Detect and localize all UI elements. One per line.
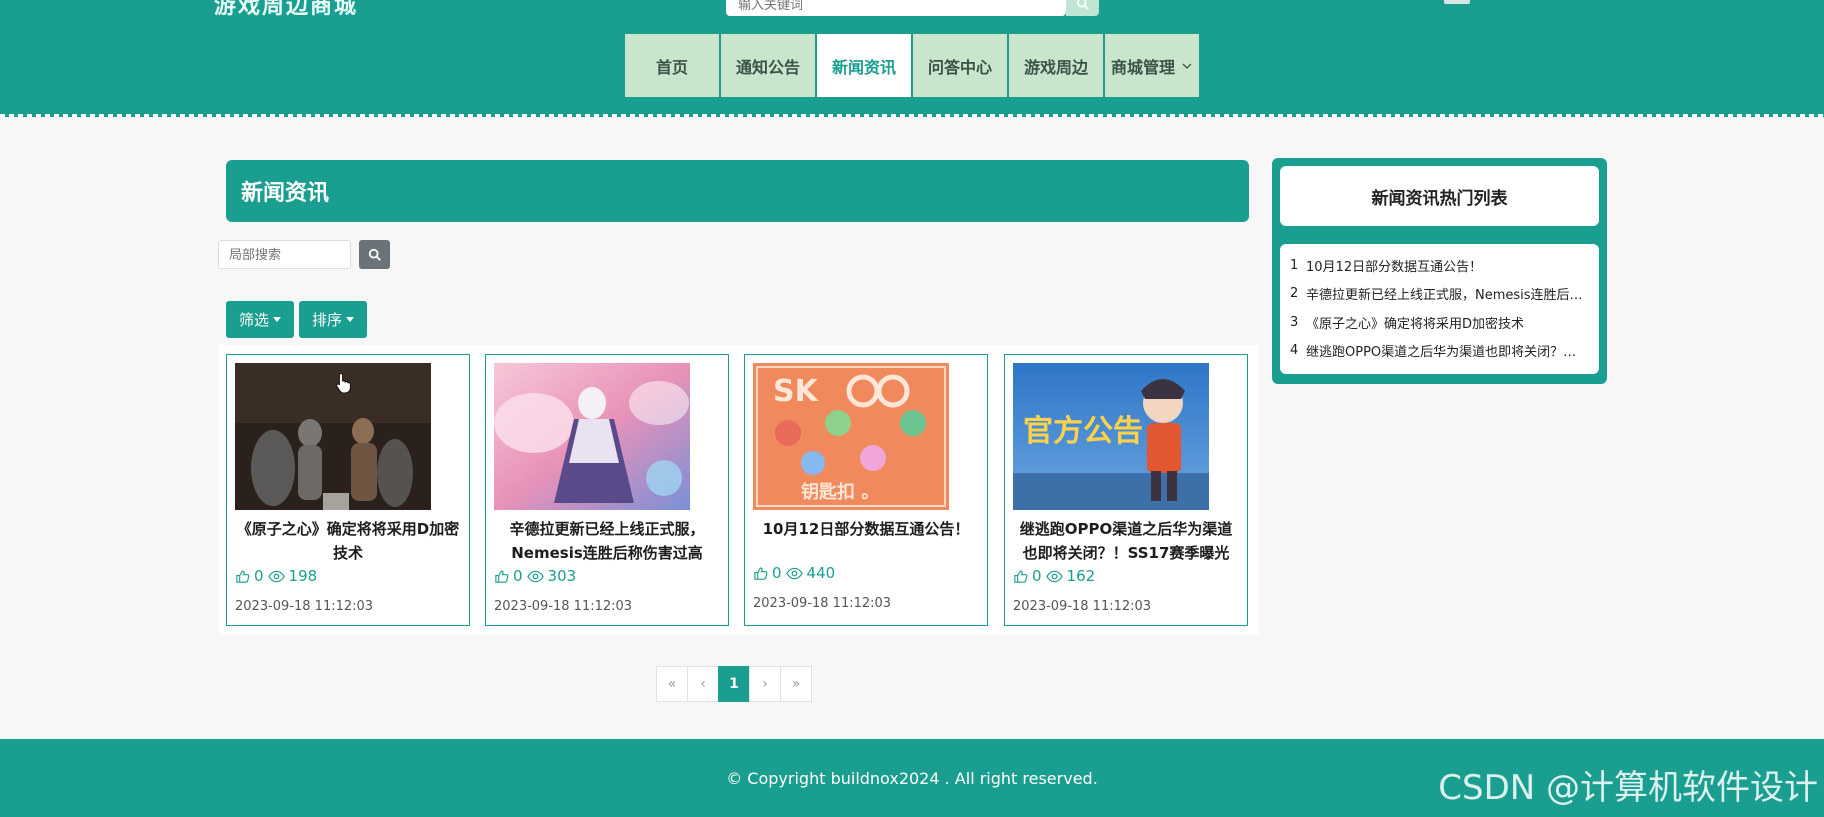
hot-news-title[interactable]: 继逃跑OPPO渠道之后华为渠道也即将关闭？！SS17赛季曝光: [1306, 341, 1589, 360]
local-search-button[interactable]: [359, 240, 390, 269]
hot-news-rank: 2: [1290, 286, 1299, 302]
hand-cursor-icon: [336, 372, 351, 394]
search-icon: [368, 248, 381, 261]
hot-news-item[interactable]: 3 《原子之心》确定将将采用D加密技术: [1290, 308, 1589, 337]
news-card-date: 2023-09-18 11:12:03: [753, 596, 892, 611]
news-card-stats: 0 162: [1013, 567, 1095, 585]
site-title[interactable]: 游戏周边商城: [214, 0, 358, 20]
search-input[interactable]: [726, 0, 1066, 16]
sort-dropdown-button[interactable]: 排序: [299, 301, 368, 338]
pagination: « ‹ 1 › »: [656, 666, 812, 702]
hot-news-rank: 3: [1290, 314, 1299, 330]
news-card-stats: 0 303: [494, 567, 576, 585]
news-card-image[interactable]: [235, 363, 431, 510]
news-card[interactable]: 官方公告 继逃跑OPPO渠道之后华为渠道也即将关闭？！SS17赛季曝光 0 16…: [1004, 354, 1248, 626]
news-card-image[interactable]: [494, 363, 690, 510]
news-card[interactable]: 辛德拉更新已经上线正式服，Nemesis连胜后称伤害过高 0 303 2023-…: [485, 354, 729, 626]
search-button[interactable]: [1066, 0, 1099, 16]
news-card-title[interactable]: 《原子之心》确定将将采用D加密技术: [235, 517, 461, 565]
page-next-button[interactable]: ›: [749, 666, 781, 702]
news-card-title[interactable]: 10月12日部分数据互通公告！: [753, 517, 979, 541]
thumbs-up-icon[interactable]: [1013, 569, 1028, 584]
eye-icon: [526, 570, 544, 582]
site-header: 游戏周边商城 首页 通知公告 新闻资讯 问答中心 游戏周边 商城管理: [0, 0, 1824, 117]
filter-dropdown-button[interactable]: 筛选: [226, 301, 295, 338]
hot-news-title[interactable]: 10月12日部分数据互通公告！: [1306, 256, 1482, 275]
hot-news-item[interactable]: 4 继逃跑OPPO渠道之后华为渠道也即将关闭？！SS17赛季曝光: [1290, 337, 1589, 366]
page-current-button[interactable]: 1: [718, 666, 750, 702]
news-card-stats: 0 198: [235, 567, 317, 585]
eye-icon: [267, 570, 285, 582]
hot-news-rank: 1: [1290, 257, 1299, 273]
hot-news-title[interactable]: 《原子之心》确定将将采用D加密技术: [1306, 313, 1524, 332]
svg-text:SK: SK: [773, 374, 820, 409]
hot-news-item[interactable]: 1 10月12日部分数据互通公告！: [1290, 251, 1589, 280]
nav-item-home[interactable]: 首页: [625, 34, 719, 97]
news-card-stats: 0 440: [753, 564, 835, 582]
hot-news-title[interactable]: 辛德拉更新已经上线正式服，Nemesis连胜后称伤害过高: [1306, 284, 1589, 303]
news-card-title[interactable]: 辛德拉更新已经上线正式服，Nemesis连胜后称伤害过高: [494, 517, 720, 565]
news-card-title[interactable]: 继逃跑OPPO渠道之后华为渠道也即将关闭？！SS17赛季曝光: [1013, 517, 1239, 565]
news-card-date: 2023-09-18 11:12:03: [235, 599, 374, 614]
nav-item-news[interactable]: 新闻资讯: [817, 34, 911, 97]
hot-news-item[interactable]: 2 辛德拉更新已经上线正式服，Nemesis连胜后称伤害过高: [1290, 280, 1589, 309]
hot-news-sidebar: 新闻资讯热门列表 1 10月12日部分数据互通公告！ 2 辛德拉更新已经上线正式…: [1272, 158, 1607, 384]
search-icon: [1076, 0, 1089, 10]
sidebar-title: 新闻资讯热门列表: [1280, 166, 1599, 226]
hot-news-rank: 4: [1290, 343, 1299, 359]
svg-text:官方公告: 官方公告: [1023, 414, 1143, 449]
page-last-button[interactable]: »: [780, 666, 812, 702]
svg-text:钥匙扣 。: 钥匙扣 。: [801, 481, 879, 503]
news-card-image[interactable]: SK 钥匙扣 。: [753, 363, 949, 510]
page-title: 新闻资讯: [226, 160, 1249, 222]
thumbs-up-icon[interactable]: [235, 569, 250, 584]
copyright-text: © Copyright buildnox2024 . All right res…: [726, 768, 1098, 788]
caret-down-icon: [346, 317, 355, 322]
caret-down-icon: [273, 317, 282, 322]
page-first-button[interactable]: «: [656, 666, 688, 702]
news-card-image[interactable]: 官方公告: [1013, 363, 1209, 510]
nav-item-mall-admin[interactable]: 商城管理: [1105, 34, 1199, 97]
thumbs-up-icon[interactable]: [753, 566, 768, 581]
eye-icon: [785, 567, 803, 579]
news-card[interactable]: SK 钥匙扣 。 10月12日部分数据互通公告！ 0 440 2023-09-1…: [744, 354, 988, 626]
thumbs-up-icon[interactable]: [494, 569, 509, 584]
hot-news-list: 1 10月12日部分数据互通公告！ 2 辛德拉更新已经上线正式服，Nemesis…: [1280, 244, 1599, 374]
user-avatar[interactable]: [1444, 0, 1470, 4]
news-card[interactable]: 《原子之心》确定将将采用D加密技术 0 198 2023-09-18 11:12…: [226, 354, 470, 626]
watermark: CSDN @计算机软件设计: [1438, 768, 1818, 808]
main-nav: 首页 通知公告 新闻资讯 问答中心 游戏周边 商城管理: [625, 34, 1199, 97]
eye-icon: [1045, 570, 1063, 582]
chevron-down-icon: [1182, 63, 1192, 69]
page-prev-button[interactable]: ‹: [687, 666, 719, 702]
nav-item-qa[interactable]: 问答中心: [913, 34, 1007, 97]
local-search-input[interactable]: [218, 240, 351, 269]
news-card-date: 2023-09-18 11:12:03: [494, 599, 633, 614]
news-card-date: 2023-09-18 11:12:03: [1013, 599, 1152, 614]
nav-item-merch[interactable]: 游戏周边: [1009, 34, 1103, 97]
nav-item-notice[interactable]: 通知公告: [721, 34, 815, 97]
